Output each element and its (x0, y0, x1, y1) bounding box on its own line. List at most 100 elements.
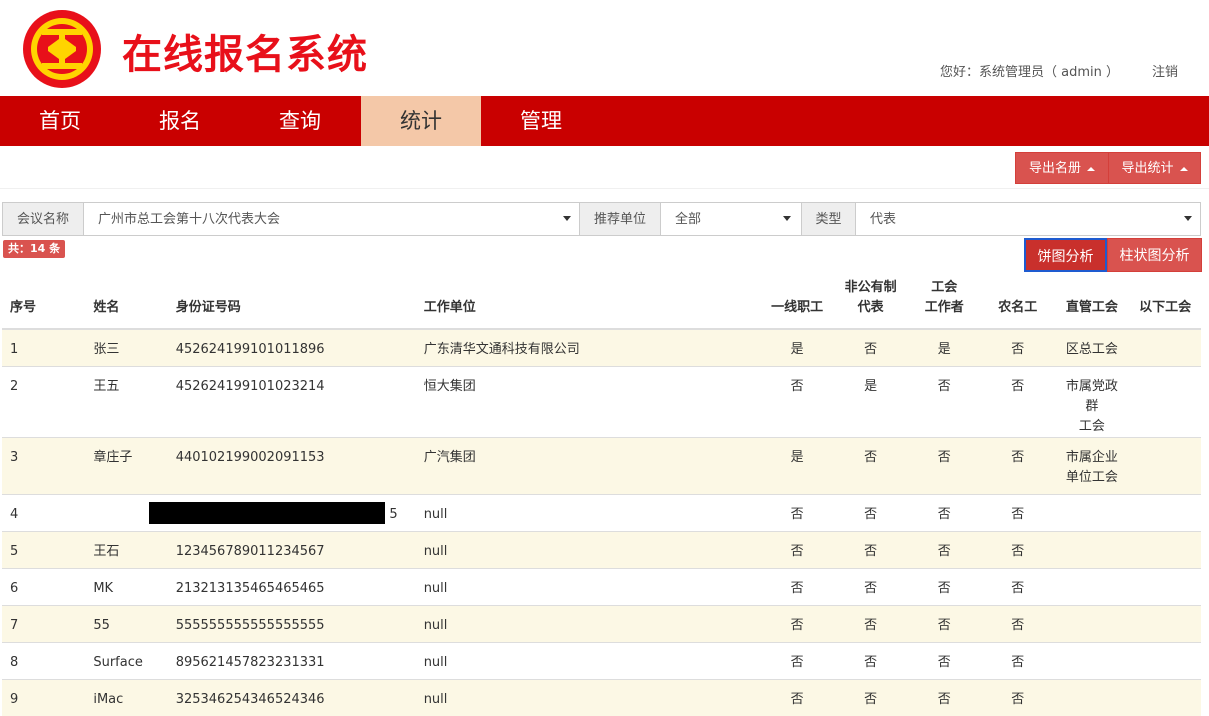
nav-item-home[interactable]: 首页 (0, 96, 120, 146)
cell-migrant: 否 (980, 641, 1055, 679)
meeting-select[interactable]: 广州市总工会第十八次代表大会 (83, 202, 580, 236)
col-header-name: 姓名 (85, 278, 168, 330)
cell-union-worker: 否 (907, 493, 981, 531)
col-header-frontline: 一线职工 (760, 278, 834, 330)
table-row: 7 55 555555555555555555 null 否否否否 (2, 604, 1201, 642)
cell-unit: null (415, 678, 761, 716)
cell-sub-union (1129, 678, 1201, 716)
cell-frontline: 否 (760, 365, 834, 437)
cell-frontline: 否 (760, 641, 834, 679)
cell-unit: 广汽集团 (415, 436, 761, 494)
export-stats-button[interactable]: 导出统计 (1108, 152, 1201, 184)
cell-seq: 2 (2, 365, 86, 437)
cell-unit: 恒大集团 (415, 365, 761, 437)
cell-nonpublic: 否 (833, 641, 908, 679)
cell-direct-union-line: 单位工会 (1065, 469, 1118, 485)
cell-direct-union: 市属企业 单位工会 (1054, 436, 1130, 494)
nav-item-query[interactable]: 查询 (240, 96, 360, 146)
cell-frontline: 是 (760, 328, 834, 366)
main-nav: 首页 报名 查询 统计 管理 (0, 96, 1209, 146)
pie-analysis-button[interactable]: 饼图分析 (1024, 238, 1107, 272)
col-header-union-worker: 工会 工作者 (907, 278, 981, 330)
nav-item-signup[interactable]: 报名 (120, 96, 240, 146)
col-header-direct-union: 直管工会 (1054, 278, 1130, 330)
caret-up-icon (1087, 166, 1095, 171)
cell-direct-union-line: 工会 (1078, 418, 1105, 434)
cell-id: 452624199101011896 (167, 328, 416, 366)
cell-name: MK (85, 567, 168, 605)
cell-seq: 8 (2, 641, 86, 679)
cell-nonpublic: 否 (833, 328, 908, 366)
cell-seq: 7 (2, 604, 86, 642)
cell-frontline: 否 (760, 493, 834, 531)
cell-frontline: 否 (760, 567, 834, 605)
cell-id: 440102199002091153 (167, 436, 416, 494)
cell-frontline: 否 (760, 678, 834, 716)
nav-item-manage[interactable]: 管理 (481, 96, 601, 146)
cell-direct-union: 市属党政群 工会 (1054, 365, 1130, 437)
meeting-label: 会议名称 (2, 202, 84, 236)
cell-migrant: 否 (980, 493, 1055, 531)
table-row: 5 王石 123456789011234567 null 否否否否 (2, 530, 1201, 568)
cell-sub-union (1129, 365, 1201, 437)
logout-link[interactable]: 注销 (1152, 61, 1178, 80)
cell-union-worker: 否 (907, 530, 981, 568)
cell-sub-union (1129, 530, 1201, 568)
table-header-row: 序号 姓名 身份证号码 工作单位 一线职工 非公有制 代表 工会 工作者 农名工 直… (2, 278, 1201, 330)
col-header-union-l1: 工会 (931, 280, 958, 295)
app-title: 在线报名系统 (122, 32, 368, 78)
cell-frontline: 是 (760, 436, 834, 494)
unit-select-value: 全部 (675, 212, 702, 227)
user-greeting: 您好：系统管理员（ admin ） (940, 65, 1119, 80)
nav-item-statistics[interactable]: 统计 (361, 96, 481, 146)
table-row: 2 王五 452624199101023214 恒大集团否是否否市属党政群 工会 (2, 365, 1201, 437)
cell-id: 5 (149, 493, 416, 531)
dropdown-arrow-icon (563, 216, 571, 221)
cell-migrant: 否 (980, 365, 1055, 437)
cell-direct-union (1054, 641, 1130, 679)
table-row: 8 Surface 895621457823231331 null 否否否否 (2, 641, 1201, 679)
cell-name: iMac (85, 678, 168, 716)
col-header-unit: 工作单位 (415, 278, 761, 330)
export-stats-label: 导出统计 (1121, 161, 1174, 176)
col-header-sub-union: 以下工会 (1129, 278, 1201, 330)
cell-unit: null (415, 641, 761, 679)
cell-unit: 广东清华文通科技有限公司 (415, 328, 761, 366)
cell-id: 123456789011234567 (167, 530, 416, 568)
table-row: 9 iMac 325346254346524346 null 否否否否 (2, 678, 1201, 716)
col-header-id: 身份证号码 (167, 278, 416, 330)
cell-name: 王五 (85, 365, 168, 437)
cell-id: 325346254346524346 (167, 678, 416, 716)
cell-union-worker: 是 (907, 328, 981, 366)
cell-seq: 4 (2, 493, 86, 531)
dropdown-arrow-icon (1184, 216, 1192, 221)
export-roster-button[interactable]: 导出名册 (1015, 152, 1109, 184)
type-select-value: 代表 (870, 212, 897, 227)
cell-migrant: 否 (980, 567, 1055, 605)
union-emblem-icon (23, 10, 101, 88)
table-row: 1 张三 452624199101011896 广东清华文通科技有限公司是否是否区总工… (2, 328, 1201, 366)
cell-sub-union (1129, 436, 1201, 494)
unit-label: 推荐单位 (579, 202, 661, 236)
cell-unit: null (415, 530, 761, 568)
unit-select[interactable]: 全部 (660, 202, 802, 236)
cell-nonpublic: 否 (833, 567, 908, 605)
cell-direct-union (1054, 678, 1130, 716)
cell-direct-union (1054, 530, 1130, 568)
cell-migrant: 否 (980, 436, 1055, 494)
cell-name: 55 (85, 604, 168, 642)
cell-seq: 9 (2, 678, 86, 716)
type-select[interactable]: 代表 (855, 202, 1201, 236)
caret-up-icon (1179, 166, 1188, 171)
col-header-migrant: 农名工 (980, 278, 1055, 330)
cell-frontline: 否 (760, 530, 834, 568)
cell-seq: 5 (2, 530, 86, 568)
cell-union-worker: 否 (907, 365, 981, 437)
bar-analysis-button[interactable]: 柱状图分析 (1107, 238, 1202, 272)
table-row: 6 MK 213213135465465465 null 否否否否 (2, 567, 1201, 605)
page-header: 在线报名系统 您好：系统管理员（ admin ） 注销 (0, 0, 1209, 96)
cell-migrant: 否 (980, 604, 1055, 642)
cell-id: 895621457823231331 (167, 641, 416, 679)
cell-union-worker: 否 (907, 567, 981, 605)
cell-seq: 3 (2, 436, 86, 494)
